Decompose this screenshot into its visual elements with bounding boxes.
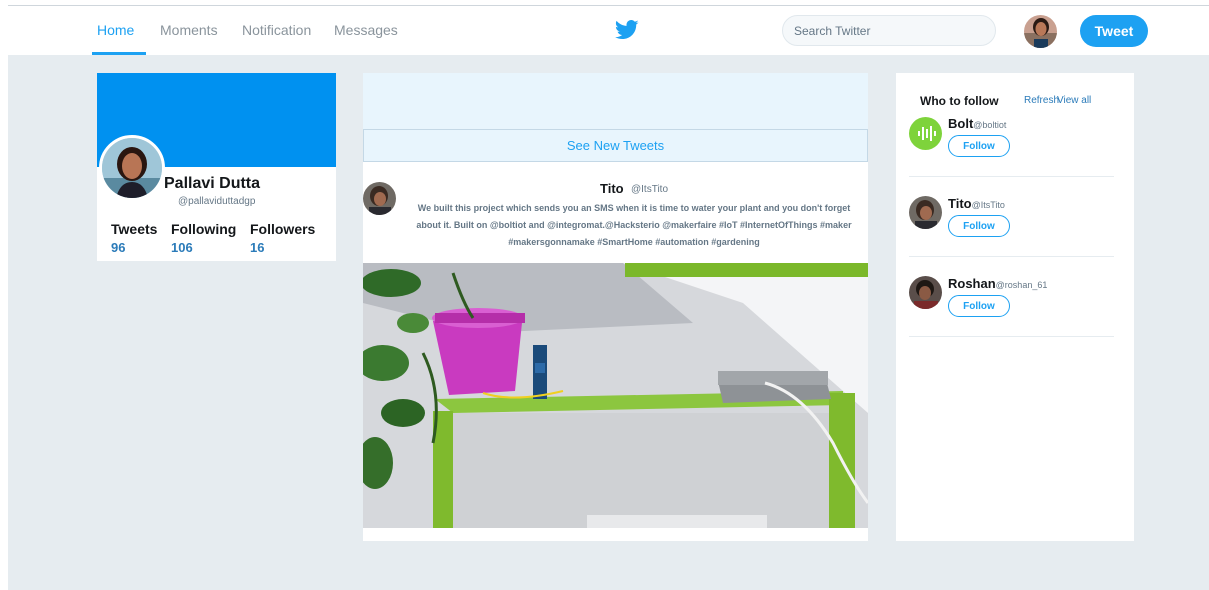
suggestion-name[interactable]: Bolt@boltiot [948, 116, 1006, 131]
tweet-text-line: #makersgonnamake #SmartHome #automation … [508, 237, 760, 247]
view-all-link[interactable]: View all [1057, 95, 1091, 106]
top-navbar: Home Moments Notification Messages Tweet [8, 6, 1209, 55]
tito-avatar[interactable] [909, 196, 942, 229]
who-to-follow-title: Who to follow [920, 94, 999, 108]
suggestion-item: Roshan@roshan_61 Follow [909, 257, 1114, 337]
tweet-text-line: We built this project which sends you an… [417, 203, 851, 213]
who-to-follow-panel: Who to follow Refresh View all Bolt@bolt… [896, 73, 1134, 541]
stat-tweets-value[interactable]: 96 [111, 240, 125, 255]
roshan-avatar[interactable] [909, 276, 942, 309]
tweet-button[interactable]: Tweet [1080, 15, 1148, 47]
tweet-author-avatar[interactable] [363, 182, 396, 215]
suggestion-name-text[interactable]: Bolt [948, 116, 973, 131]
suggestion-handle: @roshan_61 [995, 280, 1048, 290]
user-avatar[interactable] [1024, 15, 1057, 48]
tab-messages[interactable]: Messages [334, 22, 398, 38]
suggestion-handle: @boltiot [973, 120, 1007, 130]
stat-followers-label[interactable]: Followers [250, 221, 315, 237]
refresh-link[interactable]: Refresh [1024, 95, 1059, 106]
stat-tweets-label[interactable]: Tweets [111, 221, 157, 237]
bolt-avatar[interactable] [909, 117, 942, 150]
follow-button[interactable]: Follow [948, 215, 1010, 237]
stat-following-label[interactable]: Following [171, 221, 236, 237]
timeline-feed: See New Tweets Tito @ItsTito We built th… [363, 73, 868, 541]
tab-home[interactable]: Home [97, 22, 134, 38]
profile-handle: @pallaviduttadgp [178, 196, 256, 207]
profile-name[interactable]: Pallavi Dutta [164, 175, 260, 193]
tweet-author-name[interactable]: Tito [600, 181, 624, 196]
tweet-author-handle[interactable]: @ItsTito [631, 184, 668, 195]
suggestion-item: Tito@ItsTito Follow [909, 177, 1114, 257]
stat-following-value[interactable]: 106 [171, 240, 193, 255]
suggestion-handle: @ItsTito [971, 200, 1005, 210]
profile-avatar[interactable] [99, 135, 165, 201]
compose-area [363, 73, 868, 129]
stat-followers-value[interactable]: 16 [250, 240, 264, 255]
suggestion-name-text[interactable]: Tito [948, 196, 972, 211]
suggestion-name-text[interactable]: Roshan [948, 276, 996, 291]
tab-notification[interactable]: Notification [242, 22, 311, 38]
twitter-bird-icon[interactable] [615, 19, 639, 41]
follow-button[interactable]: Follow [948, 135, 1010, 157]
profile-card: Pallavi Dutta @pallaviduttadgp Tweets 96… [97, 73, 336, 261]
search-input[interactable] [782, 15, 996, 46]
follow-button[interactable]: Follow [948, 295, 1010, 317]
suggestion-item: Bolt@boltiot Follow [909, 113, 1114, 177]
see-new-tweets-button[interactable]: See New Tweets [363, 129, 868, 162]
tab-moments[interactable]: Moments [160, 22, 218, 38]
suggestion-name[interactable]: Tito@ItsTito [948, 196, 1005, 211]
suggestion-name[interactable]: Roshan@roshan_61 [948, 276, 1047, 291]
tweet-text: We built this project which sends you an… [403, 200, 865, 251]
tweet-text-line: about it. Built on @boltiot and @integro… [416, 220, 852, 230]
tweet-image[interactable] [363, 263, 868, 528]
